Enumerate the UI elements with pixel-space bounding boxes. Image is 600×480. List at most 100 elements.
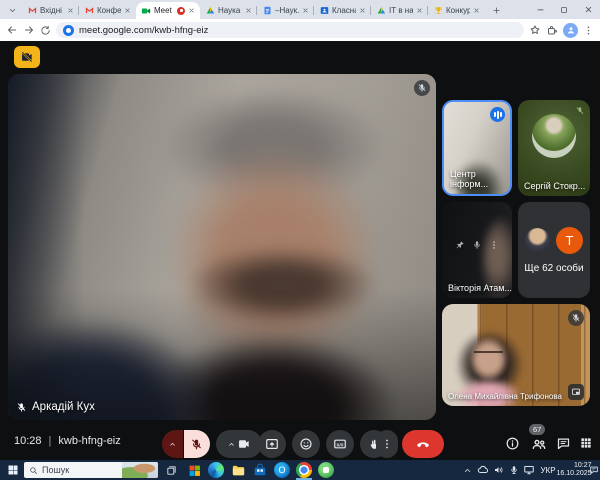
reactions-button[interactable] (292, 430, 320, 458)
tab-nauka-drive[interactable]: Наука – G (200, 2, 257, 19)
tray-time: 10:27 (556, 462, 591, 470)
tab-nauk-doc[interactable]: –Наук.ді (257, 2, 314, 19)
chat-panel-button[interactable] (556, 436, 571, 451)
avatar (525, 228, 550, 253)
hidden-icons-button[interactable] (460, 460, 474, 480)
back-button[interactable] (6, 24, 18, 36)
meet-favicon-icon (141, 6, 151, 16)
mic-icon[interactable] (472, 240, 482, 250)
tile-olena[interactable]: Олена Михайлівна Трифонова (442, 304, 590, 406)
widgets-icon (188, 464, 201, 477)
taskbar-search[interactable]: Пошук (24, 462, 158, 478)
start-button[interactable] (4, 460, 22, 480)
participant-name-label: Центр інформ... (450, 169, 510, 189)
outlook-button[interactable]: O (272, 460, 292, 480)
volume-tray-button[interactable] (491, 460, 506, 480)
tab-meet-active[interactable]: Meet (136, 2, 200, 19)
search-icon (29, 466, 38, 475)
main-video-tile[interactable]: Аркадій Кух (8, 74, 436, 420)
tab-it-science[interactable]: ІТ в науц (371, 2, 428, 19)
camera-options-chevron[interactable] (227, 440, 236, 449)
mic-options-chevron[interactable] (162, 430, 183, 458)
participant-name-label: Олена Михайлівна Трифонова (448, 392, 562, 401)
reload-button[interactable] (40, 25, 51, 36)
mic-muted-indicator (573, 104, 586, 117)
store-button[interactable] (250, 460, 270, 480)
green-messenger-icon (318, 462, 334, 478)
tab-conference[interactable]: Конферен (79, 2, 136, 19)
search-placeholder: Пошук (42, 465, 118, 475)
extensions-icon[interactable] (546, 24, 558, 36)
close-icon[interactable] (124, 7, 131, 14)
tile-centr-inform[interactable]: Центр інформ... (442, 100, 512, 196)
classroom-favicon-icon (319, 6, 329, 16)
people-panel-button[interactable] (531, 436, 547, 452)
tile-more-people[interactable]: T Ще 62 особи (518, 202, 590, 298)
close-icon[interactable] (359, 7, 366, 14)
tab-title: Конферен (97, 6, 121, 15)
tile-sergiy[interactable]: Сергій Стокр... (518, 100, 590, 196)
close-icon[interactable] (302, 7, 309, 14)
pin-icon[interactable] (455, 240, 465, 250)
emoji-icon (299, 437, 313, 451)
site-info-icon[interactable] (63, 25, 74, 36)
meeting-code: kwb-hfng-eiz (58, 435, 120, 447)
participants-count-badge: 67 (529, 424, 545, 435)
mic-mute-button[interactable] (184, 430, 210, 458)
tab-inbox[interactable]: Вхідні (10 (22, 2, 79, 19)
file-explorer-button[interactable] (228, 460, 248, 480)
leave-call-button[interactable] (402, 430, 444, 458)
microphone-tray-button[interactable] (507, 460, 520, 480)
network-icon (523, 464, 535, 476)
activities-button[interactable] (579, 436, 593, 450)
meeting-details-button[interactable] (505, 436, 520, 451)
language-indicator[interactable]: УКР (538, 460, 558, 480)
close-icon[interactable] (188, 7, 195, 14)
captions-button[interactable] (326, 430, 354, 458)
speaking-indicator-icon (490, 107, 505, 122)
bookmark-star-icon[interactable] (529, 24, 541, 36)
tab-search-button[interactable] (4, 2, 20, 18)
close-icon[interactable] (473, 7, 480, 14)
close-icon[interactable] (67, 7, 74, 14)
profile-avatar[interactable] (563, 23, 578, 38)
meet-page: Аркадій Кух Центр інформ... Сергій Стокр… (0, 41, 600, 460)
network-tray-button[interactable] (521, 460, 537, 480)
tile-viktoria[interactable]: Вікторія Атам... (442, 202, 512, 298)
close-icon[interactable] (416, 7, 423, 14)
chat-icon (556, 436, 571, 451)
chrome-button[interactable] (294, 460, 314, 480)
docs-favicon-icon (262, 6, 272, 16)
gmail-favicon-icon (84, 6, 94, 16)
taskbar-clock[interactable]: 10:27 16.10.2025 (558, 460, 590, 480)
present-screen-button[interactable] (258, 430, 286, 458)
maximize-button[interactable] (552, 0, 576, 19)
onedrive-tray-button[interactable] (475, 460, 490, 480)
address-bar[interactable]: meet.google.com/kwb-hfng-eiz (56, 22, 524, 38)
tab-contest[interactable]: Конкурс (428, 2, 485, 19)
camera-off-chip[interactable] (14, 46, 40, 68)
edge-button[interactable] (206, 460, 226, 480)
tab-title: Вхідні (10 (40, 6, 64, 15)
minimize-button[interactable] (528, 0, 552, 19)
more-options-button[interactable] (376, 430, 398, 458)
close-icon[interactable] (245, 7, 252, 14)
avatar-letter: T (556, 227, 583, 254)
browser-menu-icon[interactable] (583, 25, 594, 36)
more-options-icon[interactable] (489, 240, 499, 250)
camera-button-group[interactable] (216, 430, 262, 458)
messenger-button[interactable] (316, 460, 336, 480)
close-window-button[interactable] (576, 0, 600, 19)
new-tab-button[interactable] (488, 2, 504, 18)
avatar (532, 114, 576, 158)
task-view-button[interactable] (162, 460, 180, 480)
drive-favicon-icon (205, 6, 215, 16)
notifications-button[interactable] (588, 460, 600, 480)
forward-button[interactable] (23, 24, 35, 36)
tab-classroom[interactable]: Класна р (314, 2, 371, 19)
more-options-icon (381, 438, 393, 450)
picture-in-picture-icon[interactable] (568, 384, 584, 400)
widgets-button[interactable] (184, 460, 204, 480)
microphone-icon (509, 465, 519, 475)
captions-icon (333, 437, 347, 451)
